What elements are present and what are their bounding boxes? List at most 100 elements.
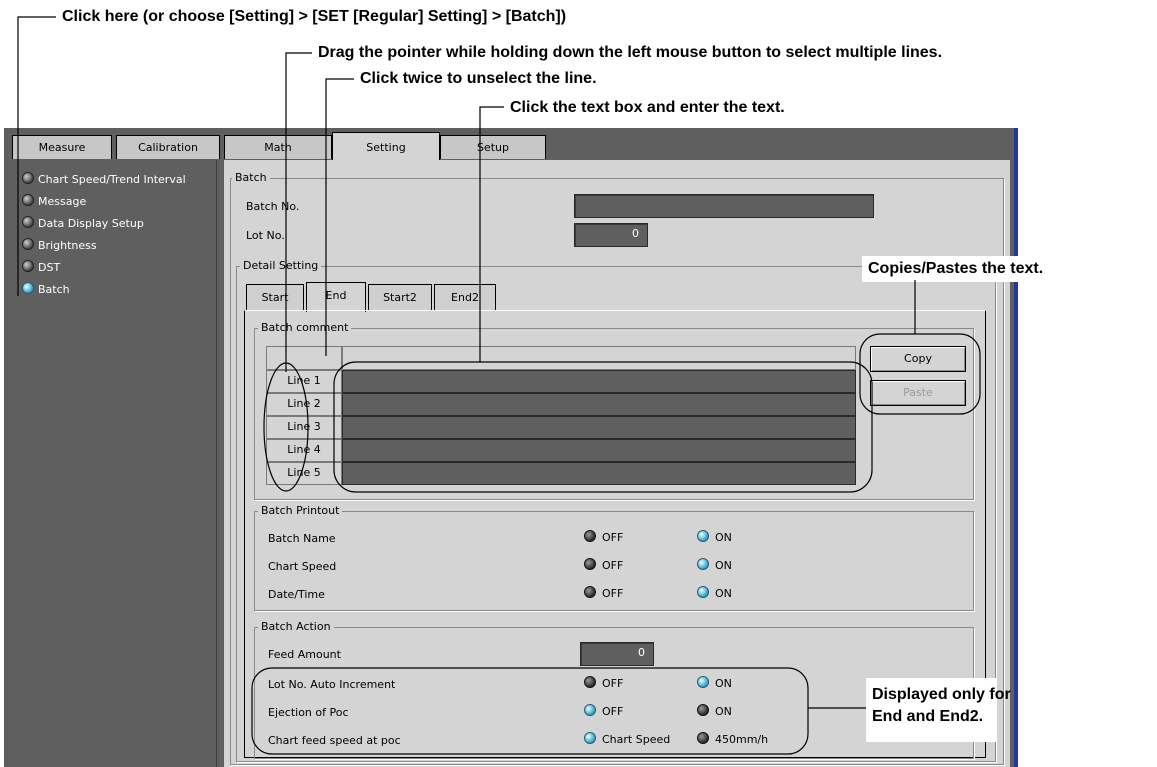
table-row-header[interactable]: Line 5 — [266, 462, 342, 485]
line-4-input[interactable] — [342, 439, 856, 462]
radio-label: 450mm/h — [715, 733, 769, 746]
window-border — [1014, 128, 1018, 767]
tab-setting[interactable]: Setting — [332, 132, 440, 160]
date-time-off-radio[interactable]: OFF — [584, 586, 623, 601]
radio-on-icon — [697, 676, 709, 688]
callout-displayed-line1: Displayed only for — [872, 686, 1011, 703]
table-row-header[interactable]: Line 4 — [266, 439, 342, 462]
line-2-input[interactable] — [342, 393, 856, 416]
ejection-off-radio[interactable]: OFF — [584, 704, 623, 719]
radio-off-icon — [584, 558, 596, 570]
line-3-input[interactable] — [342, 416, 856, 439]
batch-no-field[interactable] — [574, 194, 874, 218]
subtab-label: Start — [261, 291, 289, 304]
tab-label: Setup — [476, 141, 510, 154]
subtab-end[interactable]: End — [306, 282, 366, 312]
auto-increment-off-radio[interactable]: OFF — [584, 676, 623, 691]
radio-on-icon — [697, 586, 709, 598]
action-label: Ejection of Poc — [268, 706, 349, 719]
batch-name-off-radio[interactable]: OFF — [584, 530, 623, 545]
sidebar-item-batch[interactable]: Batch — [22, 280, 70, 300]
tab-math[interactable]: Math — [224, 135, 332, 159]
radio-on-icon — [697, 558, 709, 570]
sidebar-item-label: Message — [38, 195, 87, 208]
callout-click-here: Click here (or choose [Setting] > [SET [… — [62, 8, 567, 25]
sidebar-item-label: Batch — [38, 283, 70, 296]
line-label: Line 3 — [287, 420, 321, 433]
radio-label: OFF — [602, 705, 624, 718]
batch-legend: Batch — [232, 171, 270, 185]
table-row-header[interactable]: Line 2 — [266, 393, 342, 416]
radio-off-icon — [697, 732, 709, 744]
tab-label: Setting — [366, 141, 406, 154]
line-label: Line 5 — [287, 466, 321, 479]
action-label: Lot No. Auto Increment — [268, 678, 396, 691]
copy-button[interactable]: Copy — [870, 346, 966, 372]
chart-speed-feed-radio[interactable]: Chart Speed — [584, 732, 670, 747]
sidebar-item-label: Brightness — [38, 239, 97, 252]
tab-label: Calibration — [138, 141, 198, 154]
line-1-input[interactable] — [342, 370, 856, 393]
radio-label: OFF — [602, 531, 624, 544]
table-header-cell — [266, 346, 342, 370]
callout-click-twice: Click twice to unselect the line. — [360, 70, 597, 87]
radio-on-icon — [697, 530, 709, 542]
tab-calibration[interactable]: Calibration — [116, 135, 220, 159]
auto-increment-on-radio[interactable]: ON — [697, 676, 732, 691]
action-label: Chart feed speed at poc — [268, 734, 401, 747]
table-header-cell — [342, 346, 856, 370]
radio-off-icon — [22, 194, 34, 206]
radio-off-icon — [22, 238, 34, 250]
callout-displayed-line2: End and End2. — [872, 708, 984, 725]
ejection-on-radio[interactable]: ON — [697, 704, 732, 719]
printout-label: Date/Time — [268, 588, 325, 601]
batch-comment-legend: Batch comment — [258, 321, 352, 335]
radio-label: OFF — [602, 677, 624, 690]
subtab-start2[interactable]: Start2 — [368, 284, 432, 310]
radio-label: OFF — [602, 559, 624, 572]
tab-label: Measure — [38, 141, 86, 154]
subtab-start[interactable]: Start — [246, 284, 304, 310]
radio-off-icon — [697, 704, 709, 716]
radio-off-icon — [584, 676, 596, 688]
detail-setting-legend: Detail Setting — [240, 259, 322, 273]
sidebar-item-dst[interactable]: DST — [22, 258, 60, 278]
chart-speed-off-radio[interactable]: OFF — [584, 558, 623, 573]
feed-amount-field[interactable]: 0 — [580, 642, 654, 666]
sidebar-item-brightness[interactable]: Brightness — [22, 236, 97, 256]
printout-label: Batch Name — [268, 532, 336, 545]
radio-off-icon — [22, 216, 34, 228]
line-5-input[interactable] — [342, 462, 856, 485]
callout-click-text: Click the text box and enter the text. — [510, 99, 785, 116]
subtab-label: End — [325, 289, 347, 302]
radio-off-icon — [584, 586, 596, 598]
subtab-label: End2 — [451, 291, 479, 304]
sidebar-item-message[interactable]: Message — [22, 192, 86, 212]
radio-off-icon — [22, 260, 34, 272]
radio-label: OFF — [602, 587, 624, 600]
table-row-header[interactable]: Line 1 — [266, 370, 342, 393]
lot-no-field[interactable]: 0 — [574, 223, 648, 247]
paste-button[interactable]: Paste — [870, 380, 966, 406]
sidebar: Chart Speed/Trend Interval Message Data … — [10, 160, 217, 767]
subtab-end2[interactable]: End2 — [434, 284, 496, 310]
sidebar-item-label: Data Display Setup — [38, 217, 144, 230]
lot-no-label: Lot No. — [246, 229, 285, 242]
date-time-on-radio[interactable]: ON — [697, 586, 732, 601]
radio-label: ON — [715, 705, 732, 718]
sidebar-item-chart-speed[interactable]: Chart Speed/Trend Interval — [22, 170, 186, 190]
radio-on-icon — [584, 732, 596, 744]
table-row-header[interactable]: Line 3 — [266, 416, 342, 439]
tab-setup[interactable]: Setup — [440, 135, 546, 159]
callout-copy-paste: Copies/Pastes the text. — [862, 256, 1050, 282]
sidebar-item-data-display[interactable]: Data Display Setup — [22, 214, 144, 234]
feed-450-radio[interactable]: 450mm/h — [697, 732, 768, 747]
chart-speed-on-radio[interactable]: ON — [697, 558, 732, 573]
sidebar-item-label: Chart Speed/Trend Interval — [38, 173, 186, 186]
sidebar-item-label: DST — [38, 261, 61, 274]
tab-measure[interactable]: Measure — [12, 135, 112, 159]
radio-on-icon — [584, 704, 596, 716]
printout-label: Chart Speed — [268, 560, 337, 573]
batch-name-on-radio[interactable]: ON — [697, 530, 732, 545]
line-label: Line 1 — [287, 374, 321, 387]
